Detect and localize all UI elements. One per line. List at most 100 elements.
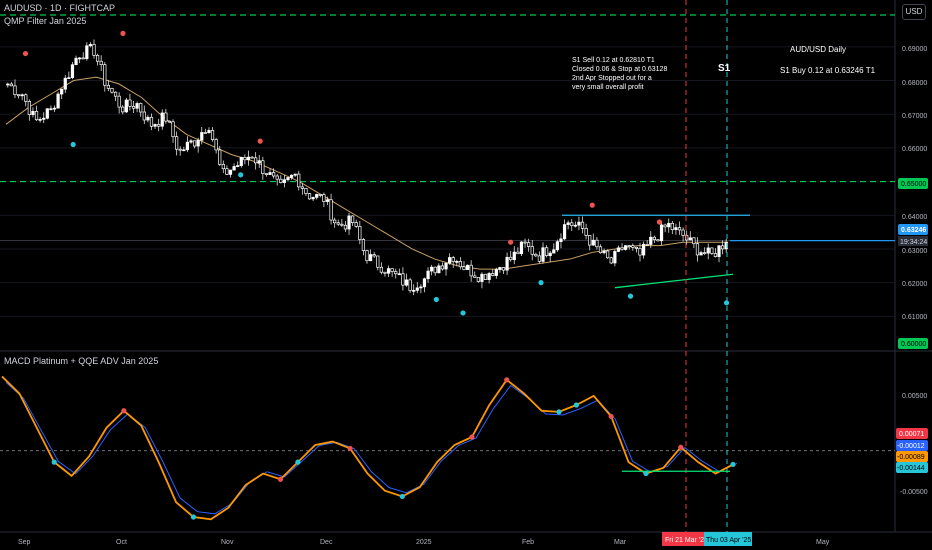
candle: [149, 113, 154, 131]
candle: [354, 219, 358, 228]
currency-button[interactable]: USD: [902, 4, 926, 20]
candle: [376, 255, 380, 271]
candle-body: [113, 91, 118, 97]
candle-body: [351, 215, 355, 223]
macd-dot: [399, 493, 405, 500]
candle-body: [124, 99, 128, 113]
candle-body: [157, 124, 161, 127]
signal-dot: [22, 50, 29, 57]
candle-body: [404, 279, 409, 286]
candle-body: [616, 247, 621, 252]
candle: [20, 93, 24, 101]
candle-body: [670, 222, 674, 230]
candle: [422, 277, 427, 293]
candle-body: [577, 221, 581, 226]
price-tick: 0.63000: [902, 248, 927, 255]
candle-body: [246, 156, 251, 161]
macd-title[interactable]: MACD Platinum + QQE ADV Jan 2025: [4, 356, 158, 366]
signal-dot: [70, 141, 76, 148]
candle-body: [250, 156, 254, 159]
candle-body: [426, 270, 430, 280]
candle: [279, 175, 283, 184]
candle-body: [329, 199, 333, 221]
candle-body: [85, 45, 89, 60]
price-tick: 0.66000: [902, 146, 927, 153]
price-tick: 0.67000: [902, 113, 927, 120]
candle: [275, 173, 279, 186]
candle-body: [117, 95, 121, 108]
candle-body: [325, 199, 330, 202]
candle: [541, 242, 545, 264]
candle: [606, 249, 610, 259]
signal-dot: [627, 293, 634, 299]
candle: [210, 127, 215, 142]
candle-body: [498, 267, 502, 270]
trade-note: S1 Sell 0.12 at 0.62810 T1 Closed 0.06 &…: [572, 57, 667, 91]
macd-tick: -0.00500: [900, 489, 928, 496]
candle: [458, 257, 463, 270]
candle-body: [509, 256, 513, 261]
candle-body: [598, 246, 603, 254]
trade-note-line: S1 Sell 0.12 at 0.62810 T1: [572, 57, 655, 64]
candle-body: [9, 83, 13, 87]
candle: [189, 139, 193, 144]
candle: [250, 156, 254, 159]
candle: [548, 250, 552, 262]
candle-body: [534, 253, 538, 257]
candle-body: [354, 222, 358, 227]
candle-body: [588, 235, 592, 246]
trade-note-line: 2nd Apr Stopped out for a: [572, 75, 652, 82]
candle: [282, 175, 286, 188]
candle: [652, 235, 656, 243]
candle-body: [340, 223, 344, 226]
candle-body: [559, 238, 563, 243]
indicator-name[interactable]: QMP Filter Jan 2025: [4, 16, 86, 26]
signal-dots: [22, 30, 730, 316]
candle: [674, 223, 678, 235]
candle: [113, 91, 118, 102]
candle: [494, 267, 498, 279]
candle: [63, 75, 67, 93]
candle: [103, 62, 107, 92]
candle: [595, 237, 599, 250]
chart-canvas[interactable]: S1 Sell 0.12 at 0.62810 T1 Closed 0.06 &…: [0, 0, 932, 550]
candle: [659, 220, 664, 246]
candle-body: [167, 120, 172, 123]
candle-body: [451, 257, 455, 262]
candle-body: [566, 222, 570, 225]
candle-body: [677, 227, 682, 231]
candle: [451, 255, 455, 268]
candle-body: [695, 243, 700, 256]
candle-body: [121, 106, 125, 113]
candle-body: [681, 229, 685, 236]
candle-body: [45, 108, 49, 119]
candle-body: [131, 105, 136, 109]
candle: [368, 249, 373, 262]
candle: [34, 105, 39, 121]
trade-note-line: Closed 0.06 & Stop at 0.63128: [572, 66, 667, 73]
candle: [386, 265, 391, 277]
candle: [304, 187, 308, 196]
candle: [419, 284, 423, 294]
candle: [92, 39, 96, 59]
candle-body: [386, 268, 391, 274]
candle-body: [322, 194, 326, 202]
candle-body: [192, 140, 197, 147]
candle-body: [372, 254, 376, 257]
time-label: Oct: [116, 539, 127, 546]
candle-body: [135, 103, 139, 109]
candle-body: [537, 255, 542, 262]
price-tick: 0.61000: [902, 314, 927, 321]
candle-body: [254, 157, 258, 164]
symbol-header[interactable]: AUDUSD · 1D · FIGHTCAP: [4, 3, 115, 13]
candle-body: [207, 130, 211, 133]
candle: [401, 267, 405, 291]
candle: [45, 108, 49, 120]
candle-body: [706, 247, 710, 254]
candle-body: [92, 44, 96, 56]
candle: [214, 137, 218, 154]
candle-body: [638, 248, 642, 256]
candle: [221, 160, 225, 174]
candle: [663, 223, 667, 233]
candle: [336, 219, 340, 226]
